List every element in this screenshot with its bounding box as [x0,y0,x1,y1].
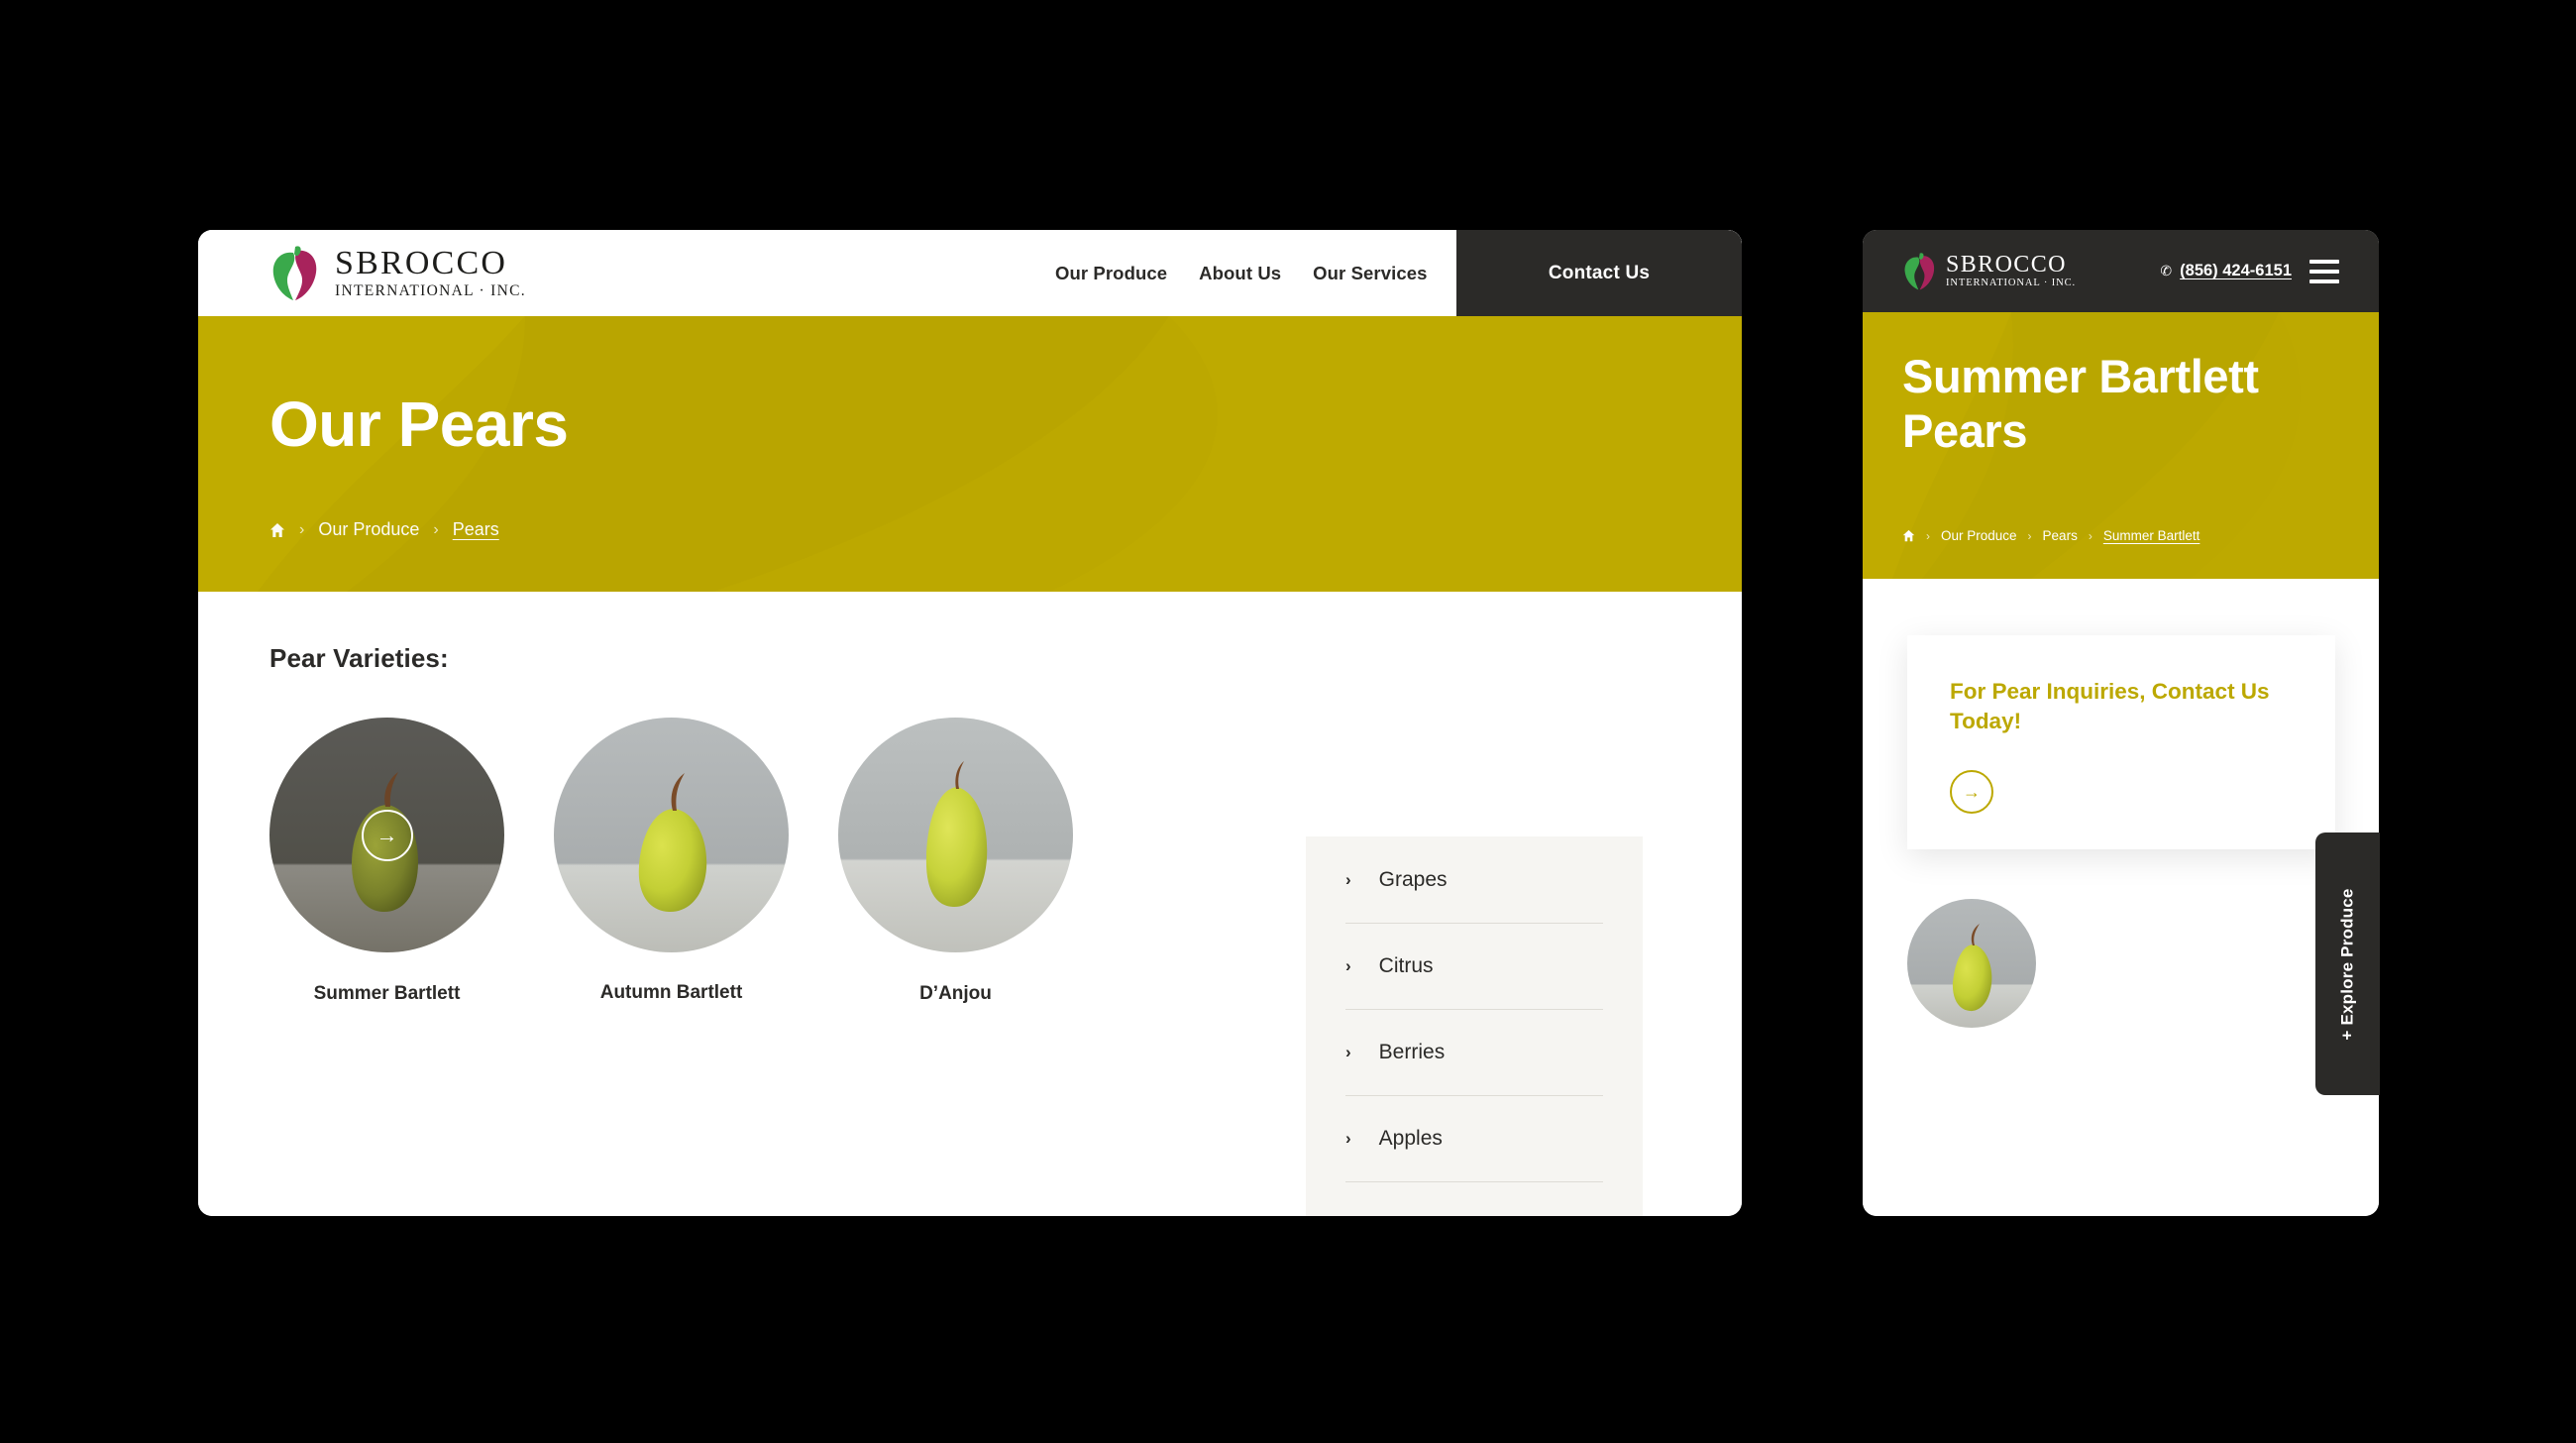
desktop-hero-banner: Our Pears › Our Produce › Pears [198,316,1742,592]
breadcrumb-separator: › [1926,528,1930,543]
home-icon [1902,529,1915,542]
chevron-right-icon: › [1345,1042,1351,1061]
danjou-pear-photo [838,718,1073,952]
sidebar-item-label: Grapes [1378,867,1448,891]
chevron-right-icon: › [1345,1128,1351,1148]
variety-card[interactable]: → Summer Bartlett [269,718,504,1005]
breadcrumb-item-pears[interactable]: Pears [2043,528,2078,543]
hamburger-bar [2309,278,2339,283]
breadcrumb-item-our-produce[interactable]: Our Produce [1941,528,2017,543]
page-title: Our Pears [269,388,569,460]
arrow-right-icon: → [1963,782,1981,802]
sidebar-item-pears[interactable]: › Pears [1306,1181,1643,1216]
logo-tagline: INTERNATIONAL · INC. [335,282,526,300]
variety-label: Autumn Bartlett [599,982,743,1003]
site-logo[interactable]: SBROCCO INTERNATIONAL · INC. [269,245,526,302]
contact-us-button[interactable]: Contact Us [1456,230,1742,316]
logo-tagline: INTERNATIONAL · INC. [1946,278,2077,289]
variety-card[interactable]: Autumn Bartlett [554,718,789,1005]
desktop-header: SBROCCO INTERNATIONAL · INC. Our Produce… [198,230,1742,316]
desktop-content: Pear Varieties: → Summer Bartlett Autumn… [198,592,1742,1216]
phone-icon: ✆ [2160,263,2173,278]
autumn-bartlett-pear-photo [554,718,789,952]
phone-number-link[interactable]: (856) 424-6151 [2180,262,2292,280]
sidebar-item-label: Pears [1379,1213,1434,1217]
hamburger-icon[interactable] [2309,259,2339,283]
variety-card[interactable]: D’Anjou [838,718,1073,1005]
nav-item-our-services[interactable]: Our Services [1313,263,1427,284]
mobile-header: SBROCCO INTERNATIONAL · INC. ✆ (856) 424… [1863,230,2379,312]
chevron-right-icon: › [1345,1215,1351,1217]
sidebar-item-label: Berries [1378,1040,1446,1063]
breadcrumb-item-our-produce[interactable]: Our Produce [318,519,419,540]
screenshot-stage: SBROCCO INTERNATIONAL · INC. Our Produce… [0,0,2576,1443]
mobile-header-actions: ✆ (856) 424-6151 [2160,259,2339,283]
nav-item-about-us[interactable]: About Us [1199,263,1281,284]
home-icon [270,522,284,537]
sidebar-item-apples[interactable]: › Apples [1306,1095,1643,1181]
mobile-page-title: Summer Bartlett Pears [1902,350,2259,457]
variety-label: Summer Bartlett [313,983,461,1004]
mobile-pear-thumbnail[interactable] [1907,899,2036,1028]
sbrocco-logo-icon [272,245,317,300]
chevron-right-icon: › [1345,955,1351,975]
cta-heading: For Pear Inquiries, Contact Us Today! [1950,679,2270,733]
mobile-site-logo[interactable]: SBROCCO INTERNATIONAL · INC. [1902,252,2076,291]
breadcrumb-home-link[interactable] [1902,529,1915,542]
section-heading: Pear Varieties: [269,643,449,673]
breadcrumb-separator: › [299,520,305,538]
hamburger-bar [2309,259,2339,264]
logo-wordmark: SBROCCO [335,245,508,282]
produce-category-sidebar: › Grapes › Citrus › Berries › Apples › [1306,836,1643,1216]
pear-inquiries-cta-card[interactable]: For Pear Inquiries, Contact Us Today! → [1907,635,2335,849]
breadcrumb-home-link[interactable] [269,522,285,538]
sidebar-item-label: Citrus [1378,953,1434,977]
mobile-hero-banner: Summer Bartlett Pears › Our Produce › Pe… [1863,312,2379,579]
explore-produce-label: + Explore Produce [2337,887,2357,1041]
hamburger-bar [2309,269,2339,274]
variety-thumbnail[interactable] [554,718,789,952]
breadcrumb-item-pears[interactable]: Pears [453,519,499,540]
logo-wordmark: SBROCCO [1946,252,2067,278]
variety-thumbnail[interactable] [838,718,1073,952]
mobile-content: For Pear Inquiries, Contact Us Today! → [1863,579,2379,1216]
variety-label: D’Anjou [919,983,992,1004]
sidebar-item-grapes[interactable]: › Grapes [1306,836,1643,923]
nav-item-our-produce[interactable]: Our Produce [1055,263,1167,284]
mobile-viewport: SBROCCO INTERNATIONAL · INC. ✆ (856) 424… [1863,230,2379,1216]
phone-link-group[interactable]: ✆ (856) 424-6151 [2160,262,2292,280]
variety-card-grid: → Summer Bartlett Autumn Bartlett D’Anjo… [269,718,1073,1005]
mobile-breadcrumb: › Our Produce › Pears › Summer Bartlett [1902,528,2200,543]
variety-thumbnail[interactable]: → [269,718,504,952]
chevron-right-icon: › [1345,869,1351,889]
summer-bartlett-pear-photo [1907,899,2036,1028]
breadcrumb: › Our Produce › Pears [269,519,499,540]
breadcrumb-separator: › [433,520,439,538]
arrow-right-icon: → [376,822,398,847]
sidebar-item-citrus[interactable]: › Citrus [1306,923,1643,1009]
sidebar-item-label: Apples [1378,1126,1443,1150]
breadcrumb-item-summer-bartlett[interactable]: Summer Bartlett [2103,528,2200,543]
variety-hover-arrow[interactable]: → [361,809,413,861]
breadcrumb-separator: › [2027,528,2032,543]
cta-arrow-button[interactable]: → [1950,770,1993,814]
sbrocco-logo-icon [1904,252,1935,289]
sidebar-item-berries[interactable]: › Berries [1306,1009,1643,1095]
desktop-viewport: SBROCCO INTERNATIONAL · INC. Our Produce… [198,230,1742,1216]
explore-produce-tab[interactable]: + Explore Produce [2315,832,2380,1095]
breadcrumb-separator: › [2088,528,2093,543]
contact-us-label: Contact Us [1548,262,1651,283]
